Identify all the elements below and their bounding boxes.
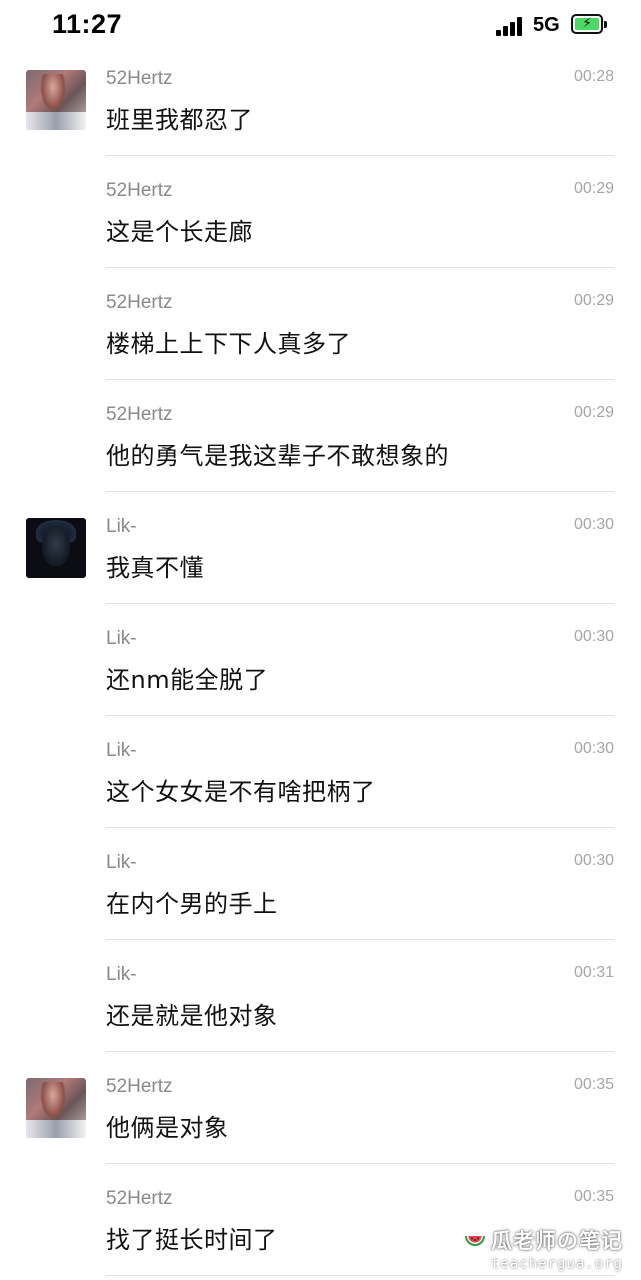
message-row[interactable]: Lik- 00:30 我真不懂: [0, 492, 641, 604]
52hertz-avatar[interactable]: [26, 70, 86, 130]
sender-name: Lik-: [106, 964, 137, 985]
message-row[interactable]: 52Hertz 00:35 他俩是对象: [0, 1052, 641, 1164]
row-divider: [106, 1275, 614, 1276]
message-text[interactable]: 在内个男的手上: [106, 884, 278, 919]
message-row[interactable]: 52Hertz 00:29 他的勇气是我这辈子不敢想象的: [0, 380, 641, 492]
sender-name: 52Hertz: [106, 404, 173, 425]
message-time: 00:30: [573, 740, 614, 757]
message-text[interactable]: 这个女女是不有啥把柄了: [106, 772, 376, 807]
cellular-signal-icon: [496, 16, 524, 36]
message-text[interactable]: 楼梯上上下下人真多了: [106, 324, 351, 359]
message-time: 00:31: [573, 964, 614, 981]
message-time: 00:29: [573, 292, 614, 309]
message-row[interactable]: 52Hertz 00:28 班里我都忍了: [0, 44, 641, 156]
message-row[interactable]: 52Hertz 00:29 这是个长走廊: [0, 156, 641, 268]
message-text[interactable]: 还nm能全脱了: [106, 660, 268, 695]
message-time: 00:30: [573, 516, 614, 533]
sender-name: 52Hertz: [106, 1076, 173, 1097]
message-row[interactable]: 52Hertz 00:29 楼梯上上下下人真多了: [0, 268, 641, 380]
message-time: 00:28: [573, 68, 614, 85]
message-text[interactable]: 班里我都忍了: [106, 100, 253, 135]
watermark-url: teachergua.org: [490, 1256, 623, 1272]
message-time: 00:30: [573, 628, 614, 645]
message-row[interactable]: Lik- 00:30 还nm能全脱了: [0, 604, 641, 716]
message-time: 00:29: [573, 404, 614, 421]
message-time: 00:30: [573, 852, 614, 869]
sender-name: Lik-: [106, 740, 137, 761]
lik-avatar[interactable]: [26, 518, 86, 578]
status-time: 11:27: [52, 9, 123, 39]
message-text[interactable]: 他俩是对象: [106, 1108, 229, 1143]
message-text[interactable]: 我真不懂: [106, 548, 204, 583]
message-row[interactable]: Lik- 00:30 在内个男的手上: [0, 828, 641, 940]
watermark: 瓜老师の笔记 teachergua.org: [463, 1225, 623, 1272]
message-text[interactable]: 他的勇气是我这辈子不敢想象的: [106, 436, 449, 471]
watermark-title: 瓜老师の笔记: [491, 1229, 623, 1253]
sender-name: 52Hertz: [106, 292, 173, 313]
message-text[interactable]: 这是个长走廊: [106, 212, 253, 247]
message-time: 00:35: [573, 1188, 614, 1205]
message-row[interactable]: Lik- 00:31 还是就是他对象: [0, 940, 641, 1052]
message-time: 00:29: [573, 180, 614, 197]
watermelon-icon: [463, 1228, 487, 1252]
message-text[interactable]: 还是就是他对象: [106, 996, 278, 1031]
sender-name: 52Hertz: [106, 180, 173, 201]
battery-charging-icon: ⚡: [571, 14, 607, 34]
message-text[interactable]: 找了挺长时间了: [106, 1220, 278, 1255]
sender-name: Lik-: [106, 852, 137, 873]
sender-name: Lik-: [106, 516, 137, 537]
message-time: 00:35: [573, 1076, 614, 1093]
network-type-label: 5G: [533, 14, 560, 36]
sender-name: Lik-: [106, 628, 137, 649]
sender-name: 52Hertz: [106, 68, 173, 89]
52hertz-avatar[interactable]: [26, 1078, 86, 1138]
sender-name: 52Hertz: [106, 1188, 173, 1209]
message-row[interactable]: Lik- 00:30 这个女女是不有啥把柄了: [0, 716, 641, 828]
message-list[interactable]: 52Hertz 00:28 班里我都忍了 52Hertz 00:29 这是个长走廊 52He…: [0, 44, 641, 1276]
